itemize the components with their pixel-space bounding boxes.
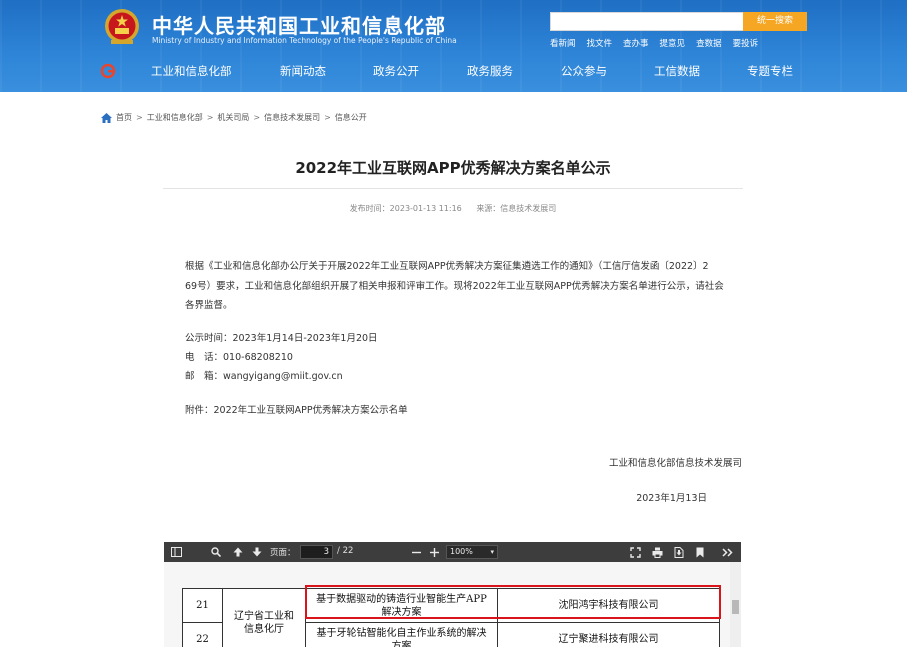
period-label: 公示时间： xyxy=(185,333,233,344)
nav-item-participation[interactable]: 公众参与 xyxy=(561,63,607,79)
sidebar-toggle-icon[interactable] xyxy=(169,545,183,559)
email-label: 邮 箱： xyxy=(185,371,224,382)
body-line-2: 69号）要求，工业和信息化部组织开展了相关申报和评审工作。现将2022年工业互联… xyxy=(185,281,724,292)
next-page-icon[interactable] xyxy=(250,545,264,559)
pdf-page[interactable]: 21 辽宁省工业和信息化厅 基于数据驱动的铸造行业智能生产APP解决方案 沈阳鸿… xyxy=(164,562,730,647)
print-icon[interactable] xyxy=(650,545,664,559)
nav-item-open-government[interactable]: 政务公开 xyxy=(373,63,419,79)
breadcrumb-it-department[interactable]: 信息技术发展司 xyxy=(264,112,320,123)
breadcrumb-separator: > xyxy=(253,113,261,122)
zoom-out-icon[interactable] xyxy=(409,545,423,559)
site-header: 中华人民共和国工业和信息化部 Ministry of Industry and … xyxy=(0,0,907,92)
highlight-box xyxy=(305,585,721,619)
pdf-scrollbar[interactable] xyxy=(730,562,741,647)
solution-name: 基于牙轮钻智能化自主作业系统的解决方案 xyxy=(305,622,498,647)
quick-link-data[interactable]: 查数据 xyxy=(696,37,722,49)
search-icon[interactable] xyxy=(209,545,223,559)
scrollbar-thumb[interactable] xyxy=(732,600,739,614)
caret-icon: ▾ xyxy=(490,548,494,556)
province-cell: 辽宁省工业和信息化厅 xyxy=(222,588,306,647)
search-button[interactable]: 统一搜索 xyxy=(743,12,807,31)
site-title-cn[interactable]: 中华人民共和国工业和信息化部 xyxy=(152,10,446,39)
company-name: 辽宁聚进科技有限公司 xyxy=(497,622,720,647)
pdf-viewer: 页面： 3 / 22 100% ▾ 21 辽宁省工业和信息化厅 基于数据驱动的铸… xyxy=(164,542,741,647)
quick-link-news[interactable]: 看新闻 xyxy=(550,37,576,49)
main-nav: 工业和信息化部 新闻动态 政务公开 政务服务 公众参与 工信数据 专题专栏 xyxy=(0,58,907,84)
page-label: 页面： xyxy=(270,548,296,558)
article-title: 2022年工业互联网APP优秀解决方案名单公示 xyxy=(295,159,611,177)
period-value: 2023年1月14日-2023年1月20日 xyxy=(232,333,378,344)
row-number: 22 xyxy=(182,622,223,647)
download-icon[interactable] xyxy=(672,545,686,559)
site-title-en: Ministry of Industry and Information Tec… xyxy=(152,36,457,45)
title-divider xyxy=(163,188,743,189)
national-emblem-icon[interactable] xyxy=(103,7,141,47)
search-input[interactable] xyxy=(550,12,744,31)
bookmark-icon[interactable] xyxy=(693,545,707,559)
nav-item-ministry[interactable]: 工业和信息化部 xyxy=(151,63,232,79)
home-icon[interactable] xyxy=(101,112,112,123)
home-logo-icon[interactable] xyxy=(100,63,116,79)
total-pages: / 22 xyxy=(337,546,354,556)
contact-phone: 电 话：010-68208210 xyxy=(185,349,293,363)
zoom-in-icon[interactable] xyxy=(427,545,441,559)
nav-item-services[interactable]: 政务服务 xyxy=(467,63,513,79)
breadcrumb-disclosure[interactable]: 信息公开 xyxy=(335,112,367,123)
breadcrumb-departments[interactable]: 机关司局 xyxy=(217,112,249,123)
breadcrumb-separator: > xyxy=(136,113,143,122)
signature-date: 2023年1月13日 xyxy=(636,493,707,504)
breadcrumb-separator: > xyxy=(206,113,214,122)
zoom-value: 100% xyxy=(450,547,473,556)
quick-link-feedback[interactable]: 提意见 xyxy=(660,37,686,49)
pdf-toolbar: 页面： 3 / 22 100% ▾ xyxy=(164,542,741,562)
quick-link-complaint[interactable]: 要投诉 xyxy=(733,37,759,49)
nav-item-topics[interactable]: 专题专栏 xyxy=(747,63,793,79)
email-value[interactable]: wangyigang@miit.gov.cn xyxy=(223,371,343,382)
publish-time: 发布时间：2023-01-13 11:16 xyxy=(349,204,462,213)
quick-link-files[interactable]: 找文件 xyxy=(587,37,613,49)
quick-link-services[interactable]: 查办事 xyxy=(623,37,649,49)
attachment-link[interactable]: 附件：2022年工业互联网APP优秀解决方案公示名单 xyxy=(185,402,408,416)
breadcrumb-home[interactable]: 首页 xyxy=(116,112,132,123)
row-number: 21 xyxy=(182,588,223,623)
more-tools-icon[interactable] xyxy=(720,545,734,559)
article-meta: 发布时间：2023-01-13 11:16 来源：信息技术发展司 xyxy=(163,203,743,214)
quick-links: 看新闻 找文件 查办事 提意见 查数据 要投诉 xyxy=(550,37,758,49)
nav-item-news[interactable]: 新闻动态 xyxy=(280,63,326,79)
contact-email: 邮 箱：wangyigang@miit.gov.cn xyxy=(185,368,343,382)
signature: 工业和信息化部信息技术发展司 xyxy=(608,458,742,469)
body-line-1: 根据《工业和信息化部办公厅关于开展2022年工业互联网APP优秀解决方案征集遴选… xyxy=(185,261,709,272)
body-line-3: 各界监督。 xyxy=(185,300,233,311)
publicity-period: 公示时间：2023年1月14日-2023年1月20日 xyxy=(185,330,378,344)
article-source: 来源：信息技术发展司 xyxy=(476,204,557,213)
phone-label: 电 话： xyxy=(185,352,224,363)
phone-value: 010-68208210 xyxy=(223,352,293,363)
page-number-input[interactable]: 3 xyxy=(300,545,333,559)
breadcrumb: 首页 > 工业和信息化部 > 机关司局 > 信息技术发展司 > 信息公开 xyxy=(101,112,367,123)
nav-item-data[interactable]: 工信数据 xyxy=(654,63,700,79)
breadcrumb-separator: > xyxy=(324,113,331,122)
breadcrumb-ministry[interactable]: 工业和信息化部 xyxy=(147,112,203,123)
fullscreen-icon[interactable] xyxy=(628,545,642,559)
zoom-select[interactable]: 100% ▾ xyxy=(446,545,498,559)
previous-page-icon[interactable] xyxy=(231,545,245,559)
